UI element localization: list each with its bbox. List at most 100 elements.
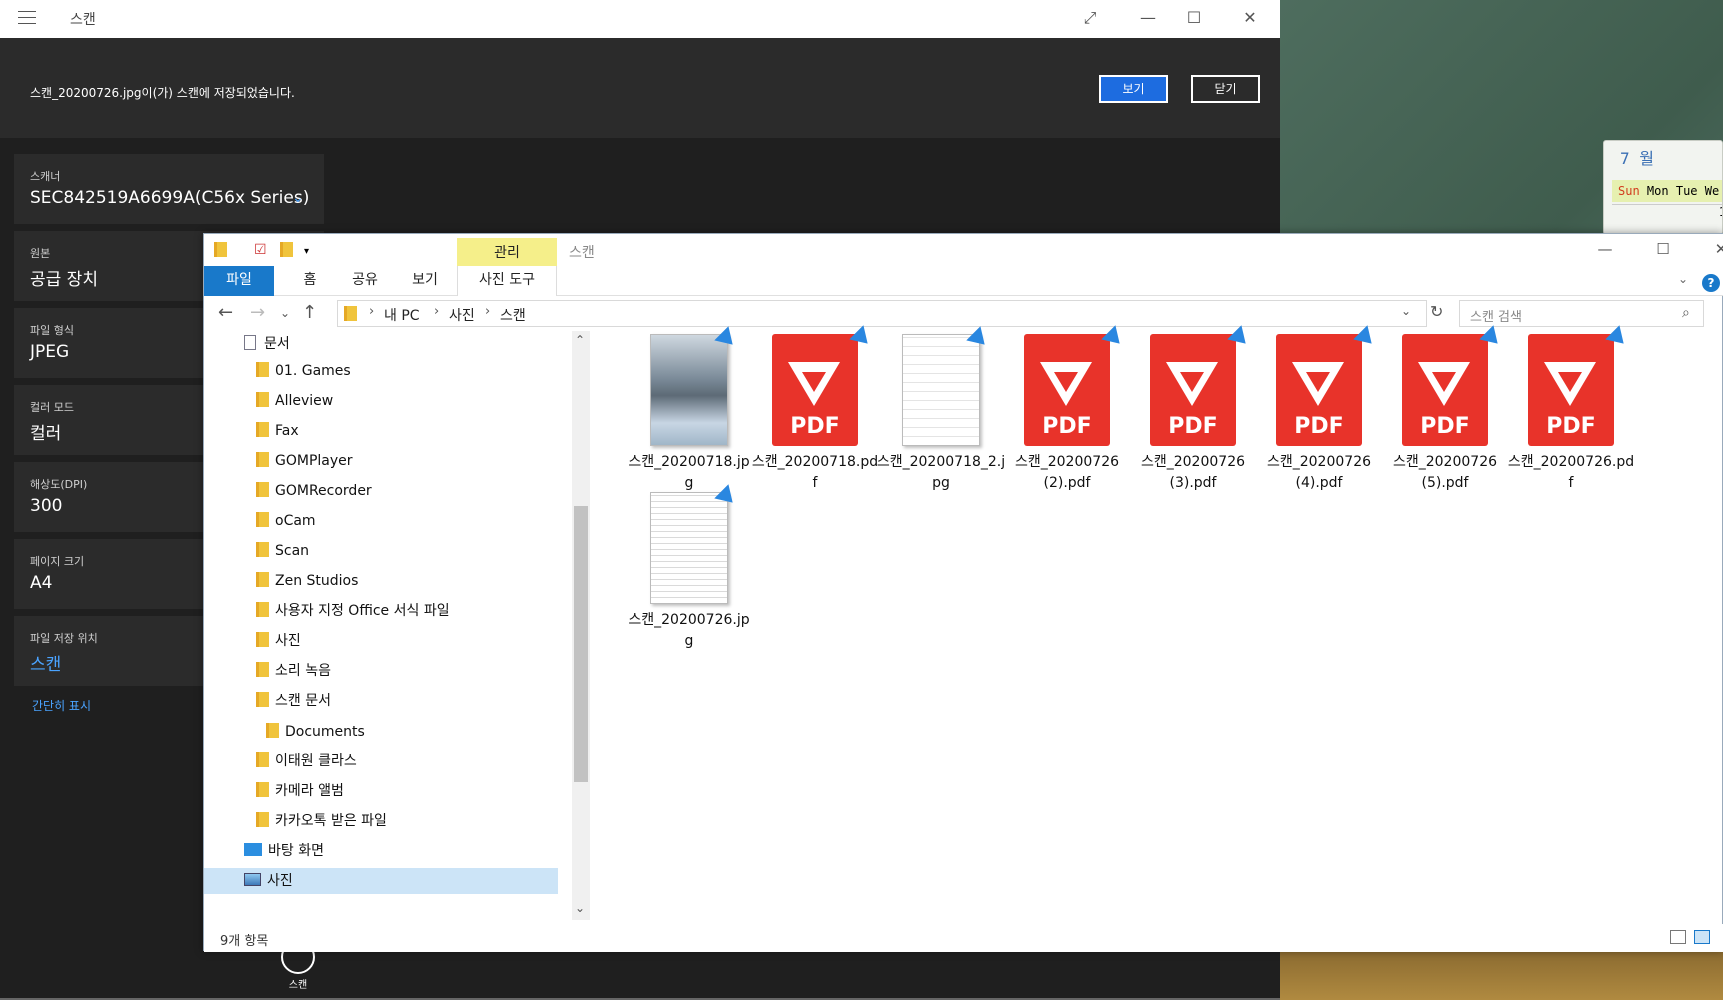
nav-item-camera-album[interactable]: 카메라 앨범	[256, 778, 344, 804]
recent-locations-icon[interactable]: ⌄	[280, 306, 290, 320]
maximize-button[interactable]: ☐	[1634, 234, 1692, 266]
back-arrow-icon[interactable]: ←	[218, 302, 233, 323]
file-name: 스캔_20200726.pdf	[1507, 454, 1635, 491]
calendar-day-tue: Tue	[1675, 184, 1698, 198]
large-icons-view-icon[interactable]	[1694, 930, 1710, 944]
nav-item-pictures[interactable]: 사진	[204, 868, 558, 894]
setting-value: JPEG	[30, 342, 70, 362]
chevron-down-icon[interactable]: ⌄	[292, 190, 304, 206]
file-item[interactable]: PDF 스캔_20200726 (3).pdf	[1128, 325, 1258, 494]
nav-item-scan[interactable]: Scan	[256, 538, 309, 564]
file-item[interactable]: PDF 스캔_20200726.pdf	[1506, 325, 1636, 494]
properties-icon[interactable]: ☑	[254, 242, 267, 258]
file-item[interactable]: 스캔_20200718.jpg	[624, 326, 754, 494]
file-item[interactable]: 스캔_20200718_2.jpg	[876, 326, 1006, 494]
folder-icon	[256, 602, 269, 617]
nav-item-zen-studios[interactable]: Zen Studios	[256, 568, 358, 594]
pdf-icon: PDF	[768, 325, 875, 446]
nav-item-gomrecorder[interactable]: GOMRecorder	[256, 478, 372, 504]
breadcrumb-my-pc[interactable]: 내 PC	[384, 305, 420, 325]
refresh-icon[interactable]: ↻	[1430, 302, 1443, 321]
hamburger-menu-icon[interactable]	[18, 11, 36, 25]
tab-home[interactable]: 홈	[290, 266, 330, 296]
search-input[interactable]: 스캔 검색	[1470, 306, 1522, 325]
tab-share[interactable]: 공유	[340, 266, 390, 296]
folder-icon	[256, 542, 269, 557]
quick-access-folder-icon[interactable]	[214, 242, 227, 261]
nav-item-desktop[interactable]: 바탕 화면	[244, 838, 324, 864]
close-button[interactable]: ✕	[1222, 0, 1278, 38]
calendar-date[interactable]: 1	[1612, 204, 1722, 224]
nav-item-office-templates[interactable]: 사용자 지정 Office 서식 파일	[256, 598, 450, 624]
scroll-up-icon[interactable]: ⌃	[575, 333, 585, 347]
calendar-weekdays: Sun Mon Tue We	[1612, 180, 1722, 202]
folder-icon	[256, 422, 269, 437]
nav-item-ocam[interactable]: oCam	[256, 508, 316, 534]
setting-value: SEC842519A6699A(C56x Series)	[30, 188, 310, 208]
nav-item-documents-sub[interactable]: Documents	[266, 719, 365, 745]
nav-item-documents[interactable]: 문서	[244, 331, 290, 357]
setting-label: 컬러 모드	[30, 401, 74, 414]
nav-item-gomplayer[interactable]: GOMPlayer	[256, 448, 353, 474]
file-item[interactable]: PDF 스캔_20200726 (2).pdf	[1002, 325, 1132, 494]
search-icon[interactable]: ⌕	[1682, 305, 1690, 321]
folder-icon	[256, 572, 269, 587]
file-item[interactable]: 스캔_20200726.jpg	[624, 484, 754, 652]
minimize-button[interactable]: —	[1576, 234, 1634, 266]
fullscreen-icon[interactable]: ⤢	[1062, 0, 1118, 38]
nav-item-kakaotalk-files[interactable]: 카카오톡 받은 파일	[256, 808, 387, 834]
breadcrumb-separator-icon[interactable]: ›	[369, 304, 374, 319]
nav-item-sound-recordings[interactable]: 소리 녹음	[256, 658, 331, 684]
view-button[interactable]: 보기	[1099, 75, 1168, 103]
nav-item-alleview[interactable]: Alleview	[256, 388, 333, 414]
quick-access-dropdown-icon[interactable]: ▾	[304, 246, 309, 257]
tab-file[interactable]: 파일	[204, 266, 274, 296]
breadcrumb-separator-icon[interactable]: ›	[485, 304, 490, 319]
nav-item-fax[interactable]: Fax	[256, 418, 299, 444]
nav-item-itaewon-class[interactable]: 이태원 클라스	[256, 748, 357, 774]
setting-value[interactable]: 스캔	[30, 650, 61, 675]
folder-icon	[256, 752, 269, 767]
ribbon-expand-icon[interactable]: ⌄	[1678, 272, 1688, 286]
nav-item-pictures-sub[interactable]: 사진	[256, 628, 301, 654]
tab-picture-tools[interactable]: 사진 도구	[457, 266, 557, 296]
nav-pane-scrollbar[interactable]: ⌃ ⌄	[572, 331, 590, 920]
nav-item-games[interactable]: 01. Games	[256, 358, 351, 384]
nav-item-scanned-documents[interactable]: 스캔 문서	[256, 688, 331, 714]
file-item[interactable]: PDF 스캔_20200718.pdf	[750, 325, 880, 494]
scroll-down-icon[interactable]: ⌄	[575, 901, 585, 915]
breadcrumb-separator-icon[interactable]: ›	[434, 304, 439, 319]
address-bar[interactable]: › 내 PC › 사진 › 스캔 ⌄	[337, 300, 1427, 327]
image-thumbnail	[902, 326, 992, 446]
close-button[interactable]: ✕	[1692, 234, 1723, 266]
calendar-widget[interactable]: 7 월 Sun Mon Tue We 1	[1603, 140, 1723, 235]
scrollbar-thumb[interactable]	[574, 506, 588, 782]
search-box[interactable]: 스캔 검색 ⌕	[1459, 300, 1704, 327]
up-arrow-icon[interactable]: ↑	[302, 302, 317, 323]
dismiss-button[interactable]: 닫기	[1191, 75, 1260, 103]
file-list: 스캔_20200718.jpg PDF 스캔_20200718.pdf 스캔_2…	[624, 325, 1714, 914]
image-thumbnail	[650, 484, 740, 604]
pdf-icon: PDF	[1272, 325, 1379, 446]
pdf-icon-label: PDF	[1420, 414, 1470, 439]
details-view-icon[interactable]	[1670, 930, 1686, 944]
folder-icon	[266, 723, 279, 738]
new-folder-icon[interactable]	[280, 242, 293, 261]
setting-scanner[interactable]: 스캐너 SEC842519A6699A(C56x Series) ⌄	[14, 154, 324, 224]
pdf-icon-label: PDF	[1168, 414, 1218, 439]
help-icon[interactable]: ?	[1702, 274, 1720, 292]
calendar-day-sun: Sun	[1618, 184, 1640, 198]
file-item[interactable]: PDF 스캔_20200726 (4).pdf	[1254, 325, 1384, 494]
breadcrumb-pictures[interactable]: 사진	[449, 305, 475, 325]
folder-icon	[256, 482, 269, 497]
file-item[interactable]: PDF 스캔_20200726 (5).pdf	[1380, 325, 1510, 494]
tab-manage[interactable]: 관리	[457, 238, 557, 268]
maximize-button[interactable]: ☐	[1166, 0, 1222, 38]
show-less-link[interactable]: 간단히 표시	[32, 697, 91, 714]
address-dropdown-icon[interactable]: ⌄	[1401, 304, 1411, 318]
tab-view[interactable]: 보기	[400, 266, 450, 296]
forward-arrow-icon[interactable]: →	[250, 302, 265, 323]
sync-badge-icon	[714, 326, 740, 352]
folder-icon	[256, 392, 269, 407]
breadcrumb-scan[interactable]: 스캔	[500, 305, 526, 325]
